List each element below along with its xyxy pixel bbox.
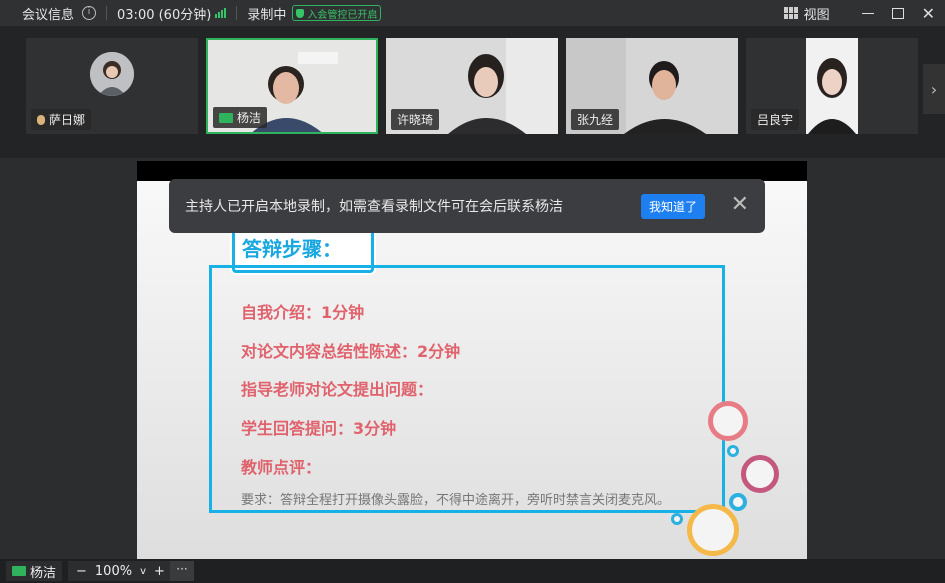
participant-tile[interactable]: 吕良宇: [746, 38, 918, 134]
recording-toast: 主持人已开启本地录制，如需查看录制文件可在会后联系杨洁 我知道了 ✕: [169, 179, 765, 233]
zoom-level[interactable]: 100%: [95, 564, 132, 579]
more-button[interactable]: ···: [170, 561, 194, 581]
avatar: [90, 52, 134, 96]
minimize-icon[interactable]: [861, 12, 874, 14]
participant-name: 杨洁: [237, 111, 262, 125]
participant-tile-active-speaker[interactable]: 杨洁: [206, 38, 378, 134]
participant-tile[interactable]: 张九经: [566, 38, 738, 134]
meeting-info[interactable]: 会议信息 i: [22, 4, 97, 23]
screen-share-icon: [12, 566, 26, 576]
recording-status: 录制中: [247, 7, 287, 23]
chevron-right-icon[interactable]: ›: [923, 64, 945, 114]
meeting-info-label: 会议信息: [22, 7, 75, 23]
toast-message: 主持人已开启本地录制，如需查看录制文件可在会后联系杨洁: [185, 199, 563, 215]
presenter-tag: 杨洁: [6, 561, 63, 581]
participant-name: 吕良宇: [757, 113, 794, 127]
participant-name: 张九经: [577, 113, 614, 127]
acknowledge-button[interactable]: 我知道了: [641, 194, 706, 219]
decorative-circle: [708, 401, 748, 441]
decorative-circle: [729, 493, 747, 511]
slide-title: 答辩步骤：: [242, 237, 342, 261]
divider: [236, 6, 238, 20]
slide-line: 指导老师对论文提出问题：: [241, 380, 434, 399]
top-bar: 会议信息 i 03:00 (60分钟) 录制中 入会管控已开启 视图 ✕: [0, 0, 945, 26]
signal-icon: [215, 8, 227, 18]
slide-line: 教师点评：: [241, 458, 322, 477]
participant-video: [806, 38, 858, 134]
zoom-out-button[interactable]: −: [76, 564, 87, 579]
screen-share-icon: [219, 112, 233, 123]
lock-badge: 入会管控已开启: [292, 5, 382, 21]
shield-icon: [296, 8, 305, 18]
user-icon: [37, 114, 45, 125]
bottom-bar: 杨洁 − 100% v + ···: [0, 559, 945, 583]
participant-name: 许晓琦: [397, 113, 434, 127]
participant-name: 萨日娜: [49, 113, 86, 127]
grid-icon: [783, 7, 798, 19]
view-button[interactable]: 视图: [783, 4, 830, 23]
slide-note: 要求：答辩全程打开摄像头露脸，不得中途离开，旁听时禁言关闭麦克风。: [241, 493, 671, 508]
presenter-name: 杨洁: [30, 565, 57, 581]
maximize-icon[interactable]: [891, 7, 904, 19]
participant-name-tag: 吕良宇: [751, 109, 800, 130]
participant-name-tag: 萨日娜: [31, 109, 92, 130]
letterbox-top: [137, 161, 807, 181]
close-icon[interactable]: ✕: [922, 4, 935, 23]
decorative-circle: [671, 513, 683, 525]
participant-tile[interactable]: 许晓琦: [386, 38, 558, 134]
chevron-down-icon[interactable]: v: [140, 566, 146, 577]
slide-line: 学生回答提问：3分钟: [241, 419, 397, 438]
decorative-circle: [727, 445, 739, 457]
slide-line: 对论文内容总结性陈述：2分钟: [241, 342, 461, 361]
participant-strip: 萨日娜 杨洁 许晓琦 张九经 吕良宇 ›: [0, 26, 945, 183]
window-controls: 视图 ✕: [783, 0, 935, 26]
decorative-circle: [741, 455, 779, 493]
view-label: 视图: [803, 7, 830, 23]
meeting-timer: 03:00 (60分钟): [117, 7, 212, 23]
zoom-control: − 100% v +: [68, 561, 173, 581]
participant-name-tag: 张九经: [571, 109, 620, 130]
zoom-in-button[interactable]: +: [154, 564, 165, 579]
close-icon[interactable]: ✕: [731, 192, 749, 217]
divider: [106, 6, 108, 20]
slide-line: 自我介绍：1分钟: [241, 303, 365, 322]
lock-badge-label: 入会管控已开启: [307, 9, 378, 21]
participant-tile[interactable]: 萨日娜: [26, 38, 198, 134]
info-icon[interactable]: i: [82, 6, 97, 20]
decorative-circle: [687, 504, 739, 556]
participant-name-tag: 杨洁: [213, 107, 268, 128]
participant-name-tag: 许晓琦: [391, 109, 440, 130]
